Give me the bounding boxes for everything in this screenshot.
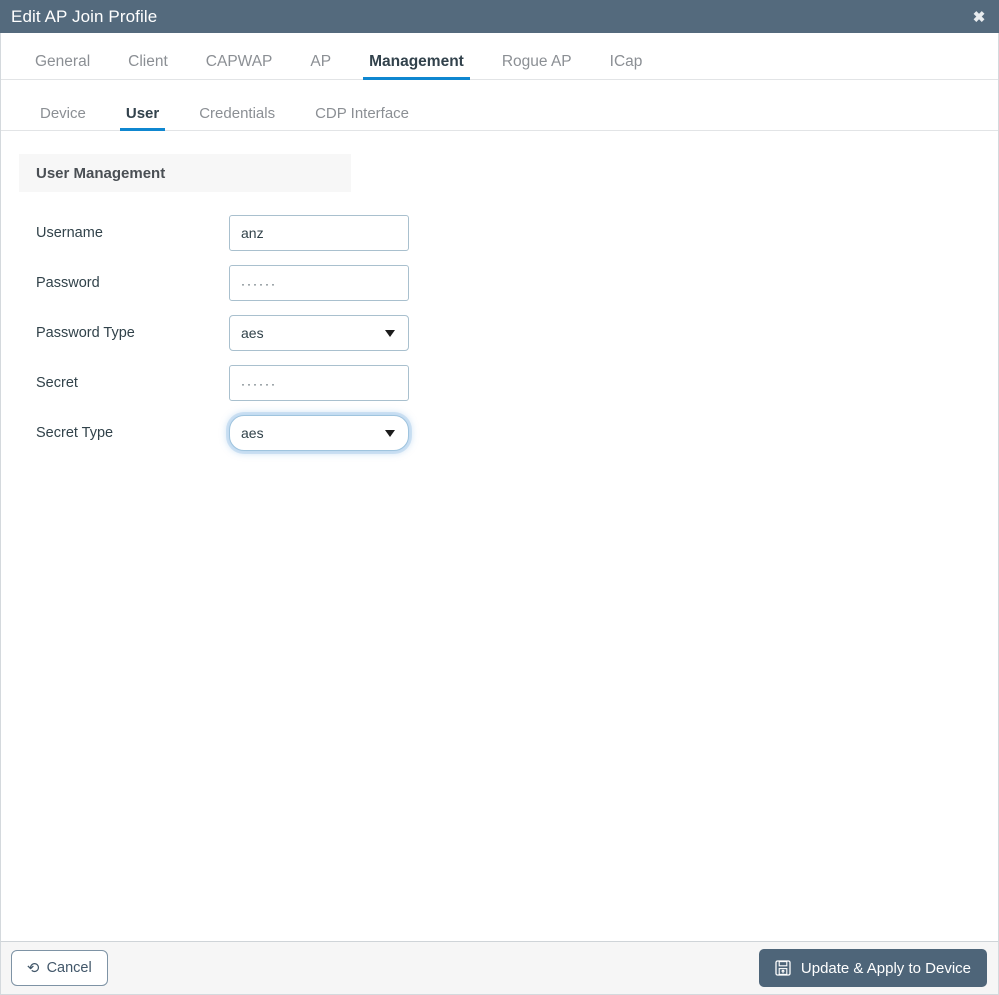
password-input[interactable] xyxy=(229,265,409,301)
update-and-apply-to-device-label: Update & Apply to Device xyxy=(800,959,971,977)
form-row-secret: Secret xyxy=(36,358,998,408)
subtab-cdp-interface[interactable]: CDP Interface xyxy=(295,106,429,130)
cancel-button-label: Cancel xyxy=(46,959,92,976)
secret-type-select[interactable]: aes xyxy=(229,415,409,451)
revert-icon: ⟳ xyxy=(27,959,40,977)
username-label: Username xyxy=(36,224,103,241)
tab-ap-label: AP xyxy=(310,52,332,70)
username-field-wrap xyxy=(229,215,409,251)
save-icon xyxy=(775,960,791,976)
subtab-device-label: Device xyxy=(40,105,86,122)
dialog-title: Edit AP Join Profile xyxy=(11,7,158,26)
chevron-down-icon xyxy=(385,429,395,437)
form-row-username: Username xyxy=(36,208,998,258)
password-type-label: Password Type xyxy=(36,324,135,341)
secret-type-value: aes xyxy=(241,425,264,441)
secondary-tab-bar: Device User Credentials CDP Interface xyxy=(1,89,998,131)
dialog-footer: ⟳ Cancel Update & Apply to Device xyxy=(0,941,999,995)
form-row-password-type: Password Type aes xyxy=(36,308,998,358)
password-type-value: aes xyxy=(241,325,264,341)
username-input[interactable] xyxy=(229,215,409,251)
dialog-body: General Client CAPWAP AP Management Rogu… xyxy=(0,33,999,941)
primary-tab-bar: General Client CAPWAP AP Management Rogu… xyxy=(1,37,998,80)
tab-general-label: General xyxy=(35,52,91,70)
dialog-titlebar: Edit AP Join Profile ✖ xyxy=(0,0,999,33)
secret-label: Secret xyxy=(36,374,78,391)
close-icon[interactable]: ✖ xyxy=(959,0,999,33)
secret-input[interactable] xyxy=(229,365,409,401)
tab-icap-label: ICap xyxy=(609,52,643,70)
tab-capwap[interactable]: CAPWAP xyxy=(187,52,292,80)
password-type-field-wrap: aes xyxy=(229,315,409,351)
subtab-device[interactable]: Device xyxy=(20,106,106,130)
edit-ap-join-profile-dialog: Edit AP Join Profile ✖ General Client CA… xyxy=(0,0,999,995)
cancel-button[interactable]: ⟳ Cancel xyxy=(11,950,108,986)
password-type-select[interactable]: aes xyxy=(229,315,409,351)
chevron-down-icon xyxy=(385,329,395,337)
tab-client[interactable]: Client xyxy=(109,52,187,80)
update-and-apply-to-device-button[interactable]: Update & Apply to Device xyxy=(758,949,987,987)
section-title: User Management xyxy=(36,164,166,182)
tab-rogue-ap[interactable]: Rogue AP xyxy=(483,52,591,80)
secret-type-label: Secret Type xyxy=(36,424,114,441)
tab-client-label: Client xyxy=(128,52,168,70)
secret-type-field-wrap: aes xyxy=(229,415,409,451)
tab-management[interactable]: Management xyxy=(350,52,483,80)
form-row-password: Password xyxy=(36,258,998,308)
password-label: Password xyxy=(36,274,100,291)
tab-general[interactable]: General xyxy=(16,52,109,80)
password-field-wrap xyxy=(229,265,409,301)
subtab-user-label: User xyxy=(125,105,160,122)
tab-management-label: Management xyxy=(369,52,464,70)
subtab-user[interactable]: User xyxy=(106,105,179,131)
tab-rogue-ap-label: Rogue AP xyxy=(501,52,572,70)
subtab-credentials-label: Credentials xyxy=(199,105,276,122)
subtab-credentials[interactable]: Credentials xyxy=(179,106,295,130)
tab-capwap-label: CAPWAP xyxy=(205,52,273,70)
tab-icap[interactable]: ICap xyxy=(591,52,662,80)
section-header-user-management: User Management xyxy=(19,154,351,192)
secret-field-wrap xyxy=(229,365,409,401)
subtab-cdp-interface-label: CDP Interface xyxy=(315,105,410,122)
form-row-secret-type: Secret Type aes xyxy=(36,408,998,458)
user-management-form: Username Password Password Type aes xyxy=(1,208,998,458)
tab-ap[interactable]: AP xyxy=(291,52,350,80)
